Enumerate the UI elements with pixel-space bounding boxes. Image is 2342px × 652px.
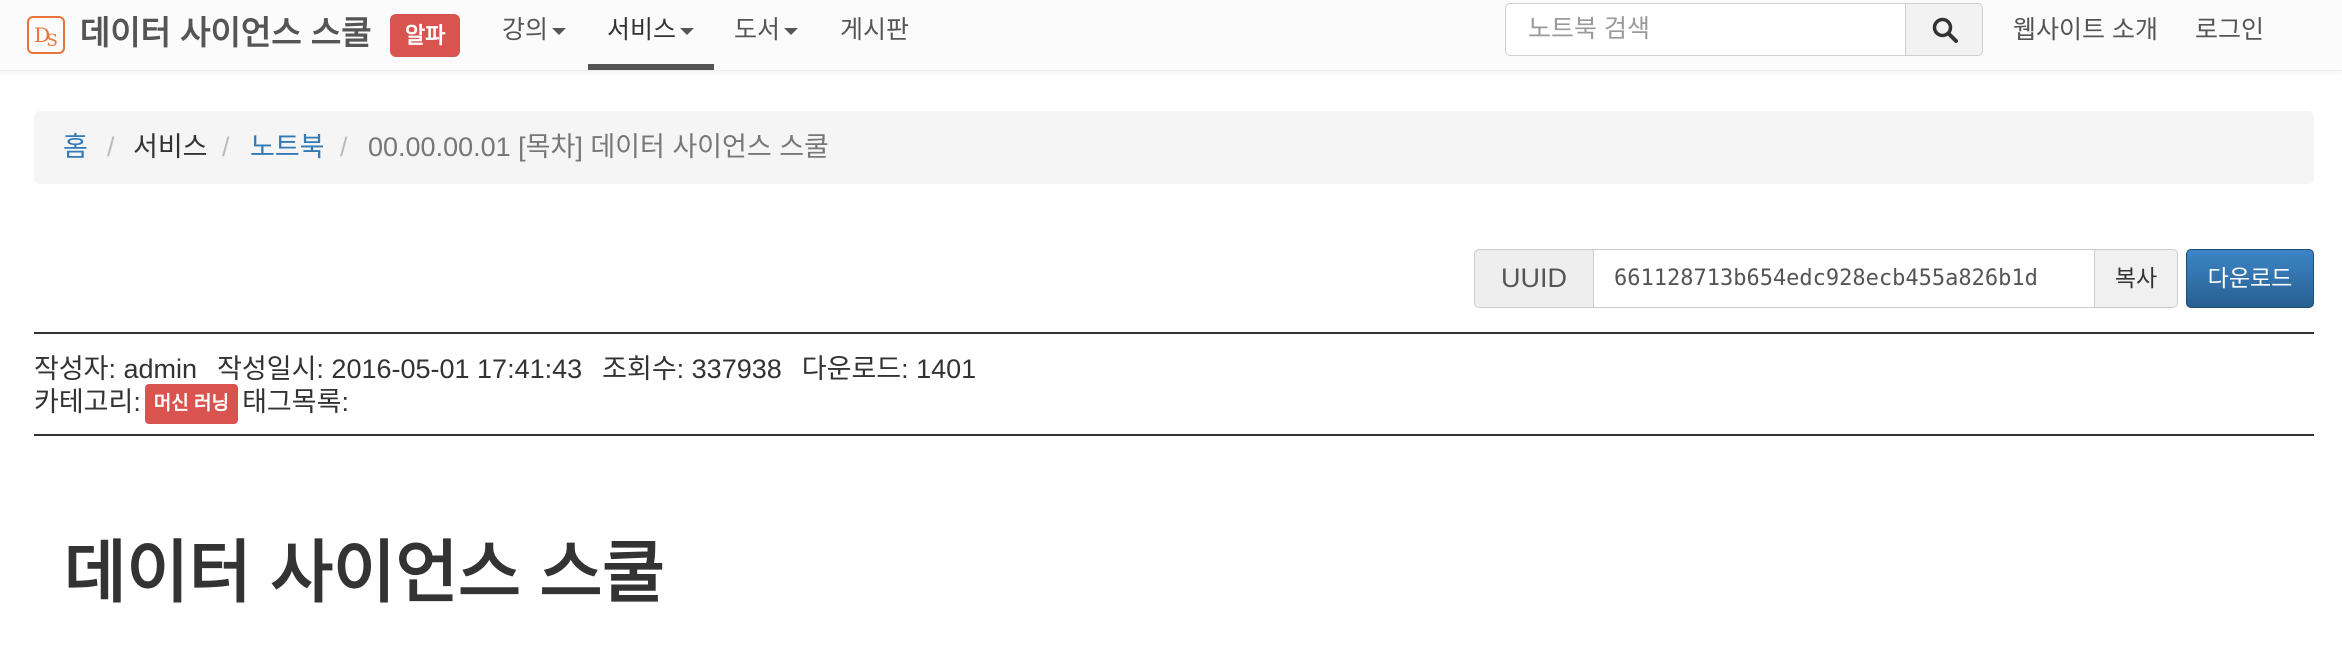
nav-menu-label: 서비스 [607,16,677,44]
tags-label: 태그목록: [242,387,349,417]
meta-downloads: 다운로드: 1401 [801,354,977,384]
nav-menu-books[interactable]: 도서 [734,0,799,70]
notebook-search-input[interactable] [1505,3,1905,56]
alpha-badge: 알파 [390,14,461,57]
nav-menu-board[interactable]: 게시판 [840,0,909,70]
notebook-title: 데이터 사이언스 스쿨 [64,535,665,611]
active-nav-indicator [588,64,714,70]
nav-menu-label: 게시판 [840,16,910,44]
download-button[interactable]: 다운로드 [2186,249,2314,308]
search-icon [1932,17,1958,43]
breadcrumb-services: 서비스 [133,132,208,162]
nav-menu-lectures[interactable]: 강의 [502,0,567,70]
nav-link-about[interactable]: 웹사이트 소개 [2013,0,2158,60]
nav-link-login[interactable]: 로그인 [2195,0,2264,60]
breadcrumb-separator: / [222,132,230,162]
search-button[interactable] [1905,3,1983,56]
breadcrumb-home-link[interactable]: 홈 [63,111,88,184]
caret-down-icon [784,27,799,35]
caret-down-icon [552,27,567,35]
top-navbar: DS 데이터 사이언스 스쿨 알파 강의 서비스 도서 게시판 웹사이트 소개 … [0,0,2342,71]
caret-down-icon [680,27,695,35]
meta-views: 조회수: 337938 [602,354,782,384]
meta-bottom-divider [34,434,2314,436]
breadcrumb-separator: / [340,132,348,162]
notebook-category-row: 카테고리: 머신 러닝 태그목록: [34,380,349,424]
breadcrumb-notebook-link[interactable]: 노트북 [250,111,325,184]
breadcrumb-separator: / [107,132,115,162]
breadcrumb: 홈 / 서비스 / 노트북 / 00.00.00.01 [목차] 데이터 사이언… [34,111,2314,184]
uuid-label: UUID [1474,249,1594,308]
meta-top-divider [34,332,2314,334]
category-badge[interactable]: 머신 러닝 [144,383,239,424]
nav-menu-label: 도서 [734,16,781,44]
site-logo[interactable]: DS [27,16,65,54]
site-brand[interactable]: 데이터 사이언스 스쿨 [80,10,372,56]
nav-menu-label: 강의 [502,16,549,44]
nav-menu-services[interactable]: 서비스 [607,0,695,70]
breadcrumb-current-page: 00.00.00.01 [목차] 데이터 사이언스 스쿨 [368,132,829,162]
category-label: 카테고리: [34,387,141,417]
uuid-field[interactable]: 661128713b654edc928ecb455a826b1d [1593,249,2095,308]
copy-button[interactable]: 복사 [2094,249,2178,308]
